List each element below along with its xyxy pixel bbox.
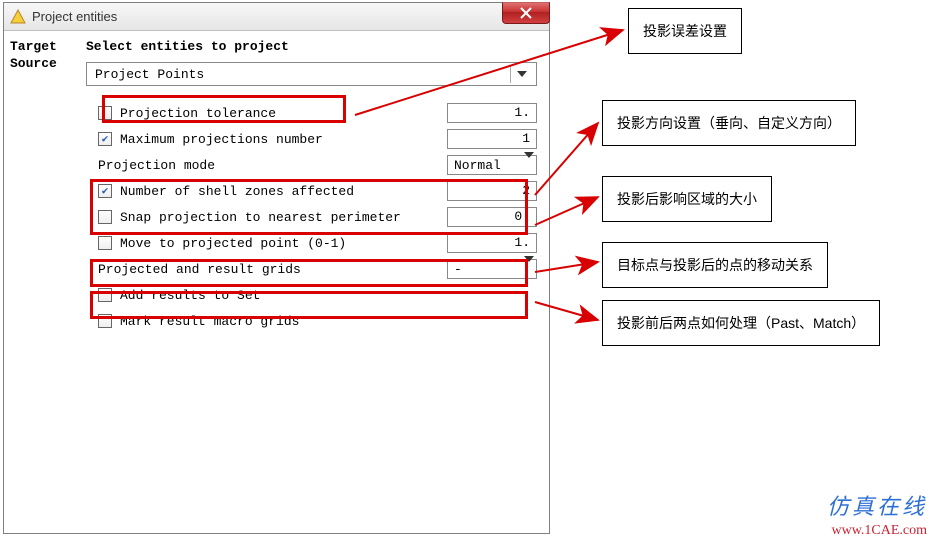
footer-brand: 仿真在线 [827, 489, 927, 521]
chevron-down-icon [524, 262, 534, 277]
titlebar[interactable]: Project entities [4, 3, 549, 31]
checkbox-add-results[interactable] [98, 288, 112, 302]
dropdown-label: Project Points [95, 67, 204, 82]
annotation-direction: 投影方向设置（垂向、自定义方向） [602, 100, 856, 146]
annotation-result-mode: 投影前后两点如何处理（Past、Match） [602, 300, 880, 346]
label-add-results: Add results to Set [120, 288, 537, 303]
label-move-point: Move to projected point (0-1) [120, 236, 447, 251]
sidebar-item-source[interactable]: Source [10, 56, 80, 71]
checkbox-shell-zones[interactable]: ✔ [98, 184, 112, 198]
panel-heading: Select entities to project [86, 39, 537, 54]
row-projection-tolerance: Projection tolerance 1. [86, 100, 537, 126]
label-mark-macro: Mark result macro grids [120, 314, 537, 329]
input-projection-tolerance[interactable]: 1. [447, 103, 537, 123]
value-projection-mode: Normal [454, 158, 501, 173]
footer: 仿真在线 www.1CAE.com [827, 489, 927, 539]
input-max-projections[interactable]: 1 [447, 129, 537, 149]
select-projected-result[interactable]: - [447, 259, 537, 279]
input-snap-perimeter[interactable]: 0. [447, 207, 537, 227]
row-move-point: Move to projected point (0-1) 1. [86, 230, 537, 256]
label-max-projections: Maximum projections number [120, 132, 447, 147]
checkbox-move-point[interactable] [98, 236, 112, 250]
row-snap-perimeter: Snap projection to nearest perimeter 0. [86, 204, 537, 230]
label-projection-mode: Projection mode [86, 158, 447, 173]
sidebar: Target Source [4, 31, 86, 533]
checkbox-projection-tolerance[interactable] [98, 106, 112, 120]
project-entities-window: Project entities Target Source Select en… [3, 2, 550, 534]
label-shell-zones: Number of shell zones affected [120, 184, 447, 199]
main-panel: Select entities to project Project Point… [86, 31, 549, 533]
close-button[interactable] [502, 2, 550, 24]
label-snap-perimeter: Snap projection to nearest perimeter [120, 210, 447, 225]
close-icon [520, 7, 532, 19]
annotation-zones: 投影后影响区域的大小 [602, 176, 772, 222]
row-max-projections: ✔ Maximum projections number 1 [86, 126, 537, 152]
sidebar-item-target[interactable]: Target [10, 39, 80, 54]
app-icon [10, 9, 26, 25]
row-shell-zones: ✔ Number of shell zones affected 2 [86, 178, 537, 204]
window-title: Project entities [32, 9, 117, 24]
row-mark-macro: Mark result macro grids [86, 308, 537, 334]
chevron-down-icon [524, 158, 534, 173]
row-add-results: Add results to Set [86, 282, 537, 308]
checkbox-snap-perimeter[interactable] [98, 210, 112, 224]
entity-type-dropdown[interactable]: Project Points [86, 62, 537, 86]
value-projected-result: - [454, 262, 462, 277]
input-shell-zones[interactable]: 2 [447, 181, 537, 201]
select-projection-mode[interactable]: Normal [447, 155, 537, 175]
footer-url: www.1CAE.com [827, 523, 927, 539]
row-projection-mode: Projection mode Normal [86, 152, 537, 178]
label-projection-tolerance: Projection tolerance [120, 106, 447, 121]
annotation-move-point: 目标点与投影后的点的移动关系 [602, 242, 828, 288]
chevron-down-icon [510, 65, 532, 83]
label-projected-result: Projected and result grids [86, 262, 447, 277]
input-move-point[interactable]: 1. [447, 233, 537, 253]
row-projected-result: Projected and result grids - [86, 256, 537, 282]
checkbox-mark-macro[interactable] [98, 314, 112, 328]
annotation-tolerance: 投影误差设置 [628, 8, 742, 54]
checkbox-max-projections[interactable]: ✔ [98, 132, 112, 146]
